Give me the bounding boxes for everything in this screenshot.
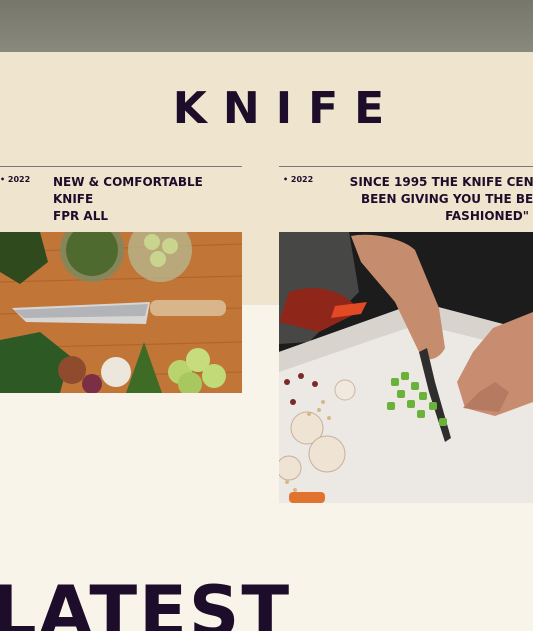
- chef-cutting-image: [279, 232, 533, 503]
- card-divider: [0, 166, 242, 167]
- card-divider: [279, 166, 533, 167]
- page: KNIFE • 2022 NEW & COMFORTABLE KNIFE FPR…: [0, 0, 533, 631]
- card-year: • 2022: [0, 175, 31, 184]
- vegetables-knife-image: [0, 232, 242, 393]
- section-heading: LATEST: [0, 571, 292, 631]
- card-title-line: SINCE 1995 THE KNIFE CENTE: [349, 175, 533, 189]
- card-title-line: BEEN GIVING YOU THE BEST: [360, 192, 533, 206]
- card-title-line: FPR ALL: [53, 209, 108, 223]
- card-title[interactable]: SINCE 1995 THE KNIFE CENTE BEEN GIVING Y…: [330, 174, 533, 225]
- card-photo-chef[interactable]: [279, 232, 533, 503]
- card-title[interactable]: NEW & COMFORTABLE KNIFE FPR ALL: [53, 174, 243, 225]
- card-title-line: NEW & COMFORTABLE KNIFE: [53, 175, 203, 206]
- top-band: [0, 0, 533, 52]
- site-logo[interactable]: KNIFE: [0, 84, 533, 134]
- card-title-line: FASHIONED" SE: [445, 209, 533, 223]
- card-photo-vegetables[interactable]: [0, 232, 242, 393]
- card-year: • 2022: [283, 175, 314, 184]
